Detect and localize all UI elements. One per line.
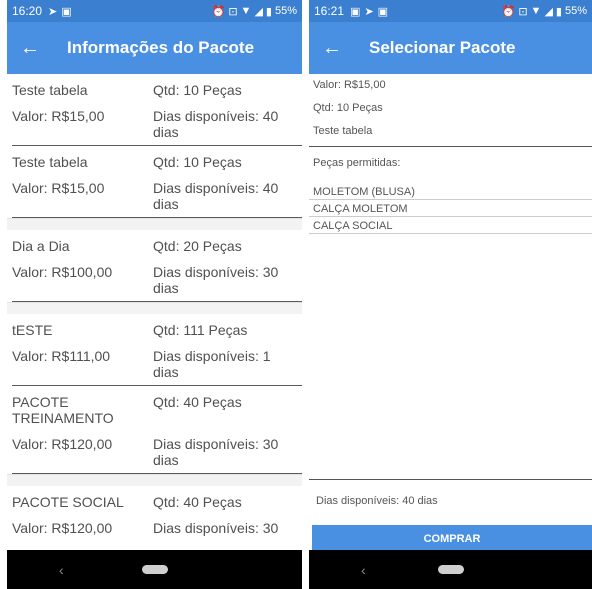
package-card[interactable]: PACOTE TREINAMENTO Qtd: 40 Peças Valor: R… <box>7 386 302 474</box>
wifi-icon: ▼ <box>240 5 252 17</box>
package-name: Dia a Dia <box>12 238 70 254</box>
package-value: Valor: R$120,00 <box>12 436 113 452</box>
battery-percent: 55% <box>564 5 587 17</box>
gallery-icon: ▣ <box>61 5 72 18</box>
alarm-icon: ⏰ <box>501 5 516 18</box>
package-value: Valor: R$15,00 <box>12 108 105 124</box>
allowed-item: CALÇA MOLETOM <box>313 203 408 215</box>
package-qty: Qtd: 111 Peças <box>153 322 248 338</box>
package-qty: Qtd: 10 Peças <box>153 154 242 170</box>
send-icon: ➤ <box>48 5 58 18</box>
package-card[interactable]: tESTE Qtd: 111 Peças Valor: R$111,00 Dias … <box>7 314 302 386</box>
detail-name: Teste tabela <box>313 125 373 137</box>
status-right-icons: ⏰ ⊡ ▼ ◢ ▮ 55% <box>212 5 297 18</box>
home-pill-icon[interactable] <box>437 565 464 574</box>
package-value: Valor: R$111,00 <box>12 348 111 364</box>
package-qty: Qtd: 10 Peças <box>153 82 242 98</box>
package-value: Valor: R$15,00 <box>12 180 105 196</box>
package-days: Dias disponíveis: 30 dias <box>153 264 279 296</box>
package-value: Valor: R$120,00 <box>12 520 113 536</box>
package-days: Dias disponíveis: 1 dias <box>153 348 271 380</box>
package-days: Dias disponíveis: 30 dias <box>153 436 279 468</box>
buy-button[interactable]: COMPRAR <box>312 525 592 552</box>
status-time: 16:20 <box>12 4 43 18</box>
divider <box>12 301 302 302</box>
item-divider <box>309 199 592 200</box>
chevron-left-icon[interactable]: ‹ <box>361 562 366 578</box>
package-qty: Qtd: 40 Peças <box>153 494 242 510</box>
package-days: Dias disponíveis: 40 dias <box>153 108 279 140</box>
battery-icon: ▮ <box>555 5 562 18</box>
battery-percent: 55% <box>274 5 297 17</box>
package-name: PACOTE TREINAMENTO <box>12 394 114 426</box>
package-days: Dias disponíveis: 40 dias <box>153 180 279 212</box>
arrow-left-icon[interactable]: ← <box>7 37 53 60</box>
battery-icon: ▮ <box>265 5 272 18</box>
image-icon: ▣ <box>377 5 389 18</box>
divider <box>309 146 592 147</box>
wifi-icon: ▼ <box>530 5 542 17</box>
allowed-item: CALÇA SOCIAL <box>313 220 393 232</box>
gallery-icon: ▣ <box>350 5 361 18</box>
card-gap <box>7 474 302 486</box>
vibrate-icon: ⊡ <box>518 5 528 18</box>
divider <box>12 217 302 218</box>
package-list[interactable]: Teste tabela Qtd: 10 Peças Valor: R$15,00… <box>7 74 302 550</box>
package-qty: Qtd: 40 Peças <box>153 394 242 410</box>
status-time: 16:21 <box>314 4 345 18</box>
signal-icon: ◢ <box>544 5 553 18</box>
package-name: PACOTE SOCIAL <box>12 494 124 510</box>
package-card[interactable]: Dia a Dia Qtd: 20 Peças Valor: R$100,00 Di… <box>7 230 302 302</box>
send-icon: ➤ <box>364 5 374 18</box>
arrow-left-icon[interactable]: ← <box>309 37 355 60</box>
system-nav-bar: ‹ <box>309 550 592 589</box>
package-name: tESTE <box>12 322 53 338</box>
package-name: Teste tabela <box>12 154 88 170</box>
signal-icon: ◢ <box>254 5 263 18</box>
divider <box>12 473 302 474</box>
detail-value: Valor: R$15,00 <box>313 79 386 91</box>
home-pill-icon[interactable] <box>141 565 168 574</box>
package-card[interactable]: Teste tabela Qtd: 10 Peças Valor: R$15,00… <box>7 146 302 218</box>
system-nav-bar: ‹ <box>7 550 302 589</box>
divider <box>309 479 592 480</box>
allowed-item: MOLETOM (BLUSA) <box>313 186 415 198</box>
package-card[interactable]: PACOTE SOCIAL Qtd: 40 Peças Valor: R$120,… <box>7 486 302 536</box>
package-card[interactable]: Teste tabela Qtd: 10 Peças Valor: R$15,00… <box>7 74 302 146</box>
package-qty: Qtd: 20 Peças <box>153 238 242 254</box>
package-name: Teste tabela <box>12 82 88 98</box>
chevron-left-icon[interactable]: ‹ <box>59 562 64 578</box>
detail-qty: Qtd: 10 Peças <box>313 102 383 114</box>
phone-left-screen: 16:20 ➤ ▣ ⏰ ⊡ ▼ ◢ ▮ 55% ← Informações do… <box>7 0 302 589</box>
alarm-icon: ⏰ <box>211 5 226 18</box>
item-divider <box>309 233 592 234</box>
page-title: Informações do Pacote <box>67 38 255 57</box>
status-right-icons: ⏰ ⊡ ▼ ◢ ▮ 55% <box>502 5 587 18</box>
detail-days: Dias disponíveis: 40 dias <box>316 495 438 507</box>
page-title: Selecionar Pacote <box>369 38 516 57</box>
package-value: Valor: R$100,00 <box>12 264 113 280</box>
package-days: Dias disponíveis: 30 <box>153 520 279 536</box>
package-detail: Valor: R$15,00 Qtd: 10 Peças Teste tabel… <box>309 74 592 552</box>
status-bar: 16:20 ➤ ▣ ⏰ ⊡ ▼ ◢ ▮ 55% <box>7 0 302 22</box>
vibrate-icon: ⊡ <box>228 5 238 18</box>
app-bar: ← Selecionar Pacote <box>309 22 592 74</box>
allowed-pieces-label: Peças permitidas: <box>313 157 401 169</box>
card-gap <box>7 218 302 230</box>
card-gap <box>7 302 302 314</box>
phone-right-screen: 16:21 ▣ ➤ ▣ ⏰ ⊡ ▼ ◢ ▮ 55% ← Selecionar P… <box>309 0 592 589</box>
status-bar: 16:21 ▣ ➤ ▣ ⏰ ⊡ ▼ ◢ ▮ 55% <box>309 0 592 22</box>
item-divider <box>309 216 592 217</box>
app-bar: ← Informações do Pacote <box>7 22 302 74</box>
